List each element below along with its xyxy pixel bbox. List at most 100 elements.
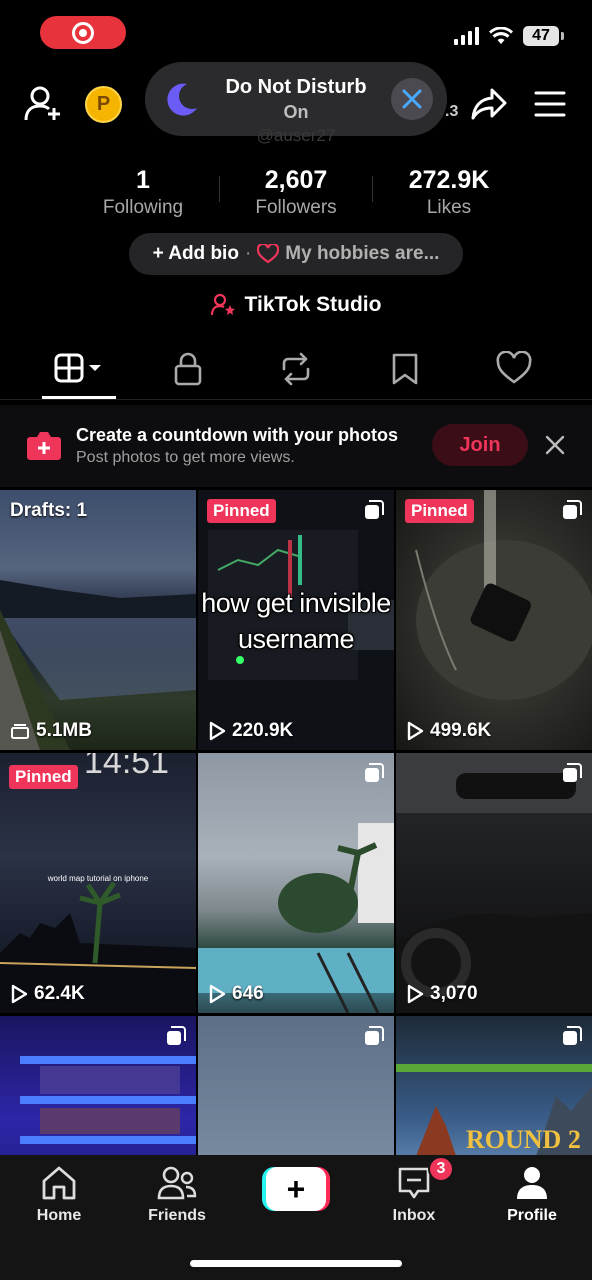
tab-favorites[interactable] — [391, 351, 419, 392]
view-count: 499.6K — [406, 720, 491, 742]
likes-stat[interactable]: 272.9K Likes — [373, 166, 525, 219]
battery-level: 47 — [523, 26, 559, 46]
video-tile[interactable]: 646 — [198, 753, 394, 1013]
nav-profile[interactable]: Profile — [482, 1163, 582, 1225]
caption-line: username — [237, 624, 355, 654]
view-count: 646 — [208, 983, 264, 1005]
video-tile[interactable] — [0, 1016, 196, 1155]
multi-photo-icon — [167, 1026, 186, 1045]
active-tab-indicator — [42, 396, 116, 399]
nav-friends[interactable]: Friends — [127, 1163, 227, 1225]
pinned-badge: Pinned — [405, 499, 474, 523]
lockscreen-time: 14:51 — [84, 753, 169, 781]
join-button[interactable]: Join — [432, 424, 528, 466]
cellular-signal-icon — [454, 27, 479, 45]
multi-photo-icon — [365, 500, 384, 519]
dnd-close-button[interactable] — [391, 78, 433, 120]
view-count-text: 3,070 — [430, 983, 478, 1004]
close-icon — [402, 89, 422, 109]
repost-icon — [282, 352, 310, 386]
do-not-disturb-banner[interactable]: Do Not Disturb On — [145, 62, 447, 136]
video-tile[interactable]: 14:51 world map tutorial on iphone Pinne… — [0, 753, 196, 1013]
tab-reposts[interactable] — [278, 351, 314, 392]
play-icon — [407, 721, 424, 741]
view-count: 3,070 — [406, 983, 478, 1005]
obscured-header-text: .3 — [445, 103, 459, 120]
caption-line: how get invisible — [201, 588, 391, 618]
multi-photo-icon — [563, 1026, 582, 1045]
view-count-text: 646 — [232, 983, 264, 1004]
followers-stat[interactable]: 2,607 Followers — [220, 166, 372, 219]
play-icon — [407, 984, 424, 1004]
multi-photo-icon — [563, 500, 582, 519]
tab-liked[interactable] — [496, 350, 532, 392]
countdown-promo-banner: Create a countdown with your photos Post… — [0, 405, 592, 487]
plus-icon: + — [266, 1167, 326, 1211]
view-count: 62.4K — [10, 983, 85, 1005]
profile-stats: 1 Following 2,607 Followers 272.9K Likes — [0, 166, 592, 219]
bio-hobbies-prompt: My hobbies are... — [285, 243, 440, 264]
add-bio-button[interactable]: + Add bio · My hobbies are... — [129, 233, 463, 275]
banner-subtitle: Post photos to get more views. — [76, 449, 295, 466]
home-indicator[interactable] — [190, 1260, 402, 1267]
drafts-icon — [11, 724, 29, 739]
likes-label: Likes — [426, 197, 472, 218]
record-icon — [72, 21, 94, 44]
username-handle: @auser27 — [256, 126, 336, 144]
multi-photo-icon — [365, 763, 384, 782]
inbox-notification-badge: 3 — [428, 1156, 454, 1182]
add-friend-icon[interactable] — [24, 86, 64, 122]
wifi-icon — [489, 27, 513, 44]
multi-photo-icon — [365, 1026, 384, 1045]
tab-videos[interactable] — [54, 351, 104, 392]
bio-separator: · — [244, 243, 252, 264]
screen-recording-indicator[interactable] — [40, 16, 126, 49]
view-count-text: 499.6K — [430, 720, 492, 741]
video-caption-overlay: how get invisible username — [0, 585, 592, 657]
draft-size-text: 5.1MB — [36, 720, 92, 741]
followers-count: 2,607 — [264, 166, 328, 194]
play-icon — [209, 721, 226, 741]
tab-private[interactable] — [174, 351, 202, 392]
following-stat[interactable]: 1 Following — [67, 166, 219, 219]
studio-icon — [210, 293, 235, 316]
lock-icon — [174, 352, 202, 386]
nav-profile-label: Profile — [507, 1207, 557, 1224]
banner-title: Create a countdown with your photos — [76, 425, 399, 445]
add-photo-icon — [27, 432, 61, 460]
menu-icon[interactable] — [534, 90, 566, 118]
draft-size: 5.1MB — [10, 720, 92, 742]
heart-outline-icon — [496, 350, 532, 384]
view-count: 220.9K — [208, 720, 293, 742]
video-tile[interactable]: ROUND 2 — [396, 1016, 592, 1155]
add-bio-label: + Add bio — [152, 243, 239, 264]
system-icons: 47 — [454, 26, 564, 46]
pinned-badge: Pinned — [207, 499, 276, 523]
thumbnail-image — [396, 753, 592, 1013]
pinned-badge: Pinned — [9, 765, 78, 789]
play-icon — [209, 984, 226, 1004]
create-post-button[interactable]: + — [262, 1167, 330, 1211]
following-count: 1 — [136, 166, 150, 194]
tiktok-studio-link[interactable]: TikTok Studio — [0, 293, 592, 317]
play-icon — [11, 984, 28, 1004]
heart-icon — [257, 244, 280, 264]
view-count-text: 220.9K — [232, 720, 294, 741]
status-bar: 47 — [0, 0, 592, 62]
tile-caption: world map tutorial on iphone — [47, 874, 149, 883]
close-banner-icon[interactable] — [545, 435, 565, 455]
thumbnail-image — [198, 823, 394, 1013]
following-label: Following — [102, 197, 184, 218]
nav-home-label: Home — [36, 1207, 82, 1224]
drafts-label: Drafts: 1 — [10, 500, 88, 521]
likes-count: 272.9K — [408, 166, 490, 194]
inbox-icon — [398, 1167, 430, 1199]
nav-home[interactable]: Home — [9, 1163, 109, 1225]
profile-icon — [517, 1167, 547, 1199]
video-tile[interactable]: 3,070 — [396, 753, 592, 1013]
home-icon — [42, 1166, 76, 1200]
battery-icon: 47 — [523, 26, 564, 46]
video-tile[interactable] — [198, 1016, 394, 1155]
coins-icon[interactable]: P — [85, 86, 122, 123]
share-icon[interactable] — [470, 86, 508, 122]
